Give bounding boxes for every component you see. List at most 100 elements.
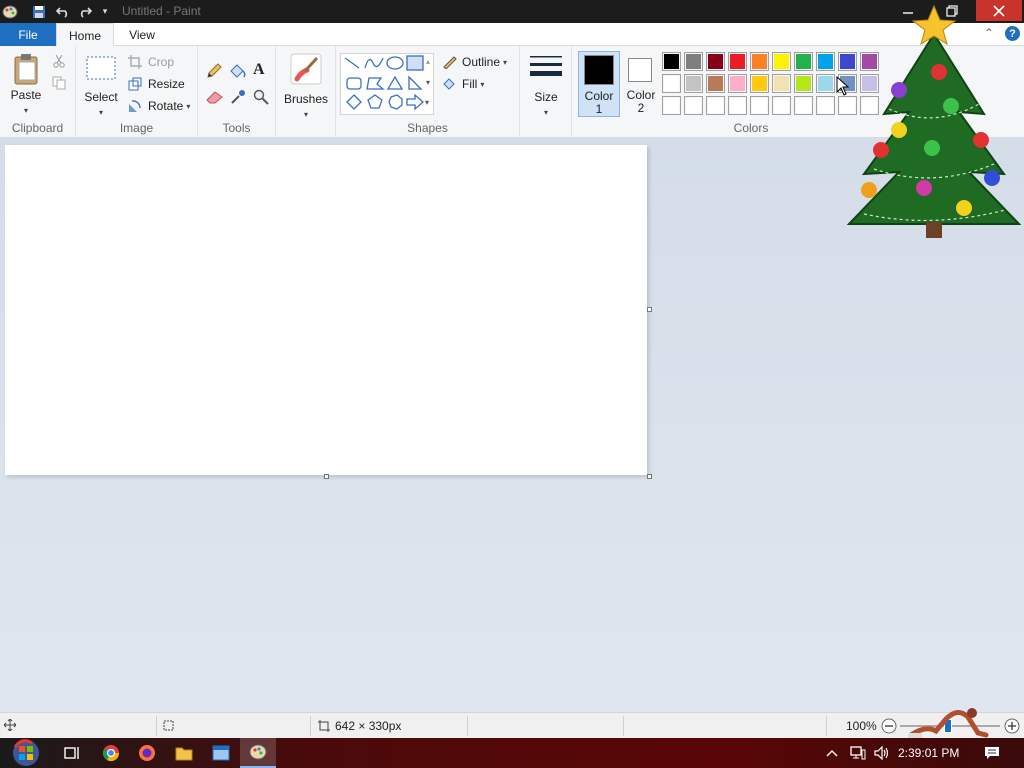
chrome-icon	[102, 745, 120, 762]
color-swatch[interactable]	[706, 74, 725, 93]
select-button[interactable]: Select ▾	[82, 54, 120, 118]
color-swatch[interactable]	[860, 74, 879, 93]
zoom-in-button[interactable]	[1004, 718, 1020, 734]
custom-color-slot[interactable]	[728, 96, 747, 115]
color-swatch[interactable]	[662, 74, 681, 93]
copy-icon[interactable]	[52, 76, 66, 93]
scroll-up-icon[interactable]: ▴	[426, 57, 430, 66]
save-icon[interactable]	[30, 3, 48, 20]
paste-icon	[14, 54, 38, 85]
custom-color-slot[interactable]	[794, 96, 813, 115]
crop-button[interactable]: Crop	[128, 53, 174, 71]
color-swatch[interactable]	[728, 52, 747, 71]
color-swatch[interactable]	[838, 52, 857, 71]
color-swatch[interactable]	[750, 74, 769, 93]
taskbar-app-window[interactable]	[203, 738, 239, 768]
shapes-group: ▴ ▾ ▾ Outline ▾ Fill ▾ Shapes	[336, 46, 520, 138]
task-view-button[interactable]	[54, 738, 90, 768]
tab-home[interactable]: Home	[56, 23, 114, 47]
taskbar-file-explorer[interactable]	[166, 738, 202, 768]
color-swatch[interactable]	[772, 74, 791, 93]
brushes-button[interactable]: Brushes ▾	[284, 52, 328, 120]
brushes-group: Brushes ▾	[276, 46, 336, 138]
eraser-icon[interactable]	[206, 90, 224, 107]
size-label: Size	[534, 90, 558, 104]
color-swatch[interactable]	[860, 52, 879, 71]
resize-button[interactable]: Resize	[128, 75, 185, 93]
scroll-down-icon[interactable]: ▾	[426, 78, 430, 87]
custom-color-slot[interactable]	[860, 96, 879, 115]
clipboard-group: Paste ▾ Clipboard	[0, 46, 76, 138]
image-size-indicator: 642 × 330px	[318, 719, 401, 733]
custom-color-slot[interactable]	[684, 96, 703, 115]
taskbar-clock[interactable]: 2:39:01 PM	[898, 746, 959, 760]
resize-handle-corner[interactable]	[647, 474, 652, 479]
custom-color-slot[interactable]	[750, 96, 769, 115]
customize-quick-access-icon[interactable]: ▾	[96, 3, 114, 20]
color-swatch[interactable]	[816, 52, 835, 71]
drawing-canvas[interactable]	[5, 145, 647, 475]
color-swatch[interactable]	[706, 52, 725, 71]
windows-logo-icon	[13, 739, 39, 766]
resize-handle-bottom[interactable]	[324, 474, 329, 479]
outline-button[interactable]: Outline ▾	[442, 53, 507, 71]
custom-color-slot[interactable]	[706, 96, 725, 115]
color-swatch[interactable]	[794, 74, 813, 93]
volume-icon[interactable]	[870, 738, 894, 768]
color-swatch[interactable]	[684, 74, 703, 93]
collapse-ribbon-icon[interactable]: ⌃	[984, 26, 994, 40]
ribbon: Paste ▾ Clipboard Select ▾ Crop Resize R…	[0, 46, 1024, 138]
help-icon[interactable]: ?	[1005, 26, 1020, 41]
magnifier-icon[interactable]	[253, 89, 269, 108]
colors-group-label: Colors	[733, 121, 769, 135]
rotate-button[interactable]: Rotate ▾	[128, 97, 190, 115]
chevron-down-icon: ▾	[303, 110, 308, 119]
color-swatch[interactable]	[684, 52, 703, 71]
color-swatch[interactable]	[750, 52, 769, 71]
action-center-button[interactable]	[978, 738, 1006, 768]
taskbar-paint[interactable]	[240, 738, 276, 768]
folder-icon	[175, 747, 193, 761]
tab-view[interactable]: View	[116, 23, 168, 46]
expand-gallery-icon[interactable]: ▾	[425, 98, 429, 107]
resize-handle-right[interactable]	[647, 307, 652, 312]
maximize-button[interactable]	[932, 0, 972, 21]
color-swatch[interactable]	[728, 74, 747, 93]
taskbar-chrome[interactable]	[93, 738, 129, 768]
fill-button[interactable]: Fill ▾	[442, 75, 484, 93]
colors-group: Colors	[576, 46, 926, 138]
close-button[interactable]	[976, 0, 1022, 21]
color-swatch[interactable]	[816, 74, 835, 93]
tab-file[interactable]: File	[0, 23, 56, 46]
custom-color-slot[interactable]	[838, 96, 857, 115]
custom-color-slot[interactable]	[662, 96, 681, 115]
start-button[interactable]	[6, 738, 46, 768]
resize-label: Resize	[148, 77, 185, 91]
pencil-icon[interactable]	[206, 63, 222, 82]
fill-bucket-icon[interactable]	[229, 63, 247, 82]
taskbar-firefox[interactable]	[129, 738, 165, 768]
zoom-out-button[interactable]	[881, 718, 897, 734]
cut-icon[interactable]	[52, 54, 66, 71]
text-tool-icon[interactable]: A	[253, 61, 265, 79]
custom-color-slot[interactable]	[772, 96, 791, 115]
redo-icon[interactable]	[76, 3, 94, 20]
crop-icon	[128, 55, 144, 69]
image-size-text: 642 × 330px	[335, 719, 402, 733]
undo-icon[interactable]	[54, 3, 72, 20]
color-swatch[interactable]	[772, 52, 791, 71]
paste-label: Paste	[10, 88, 42, 102]
paint-app-icon[interactable]	[0, 3, 20, 20]
shapes-group-label: Shapes	[407, 121, 448, 135]
color-swatch[interactable]	[794, 52, 813, 71]
size-button[interactable]: Size ▾	[526, 54, 566, 118]
paste-button[interactable]: Paste ▾	[6, 52, 46, 116]
color-picker-icon[interactable]	[230, 89, 246, 108]
resize-icon	[128, 77, 144, 91]
crop-label: Crop	[148, 55, 175, 69]
color-swatch[interactable]	[662, 52, 681, 71]
custom-color-slot[interactable]	[816, 96, 835, 115]
network-icon[interactable]	[846, 738, 870, 768]
show-hidden-icons-button[interactable]	[820, 738, 844, 768]
minimize-button[interactable]	[888, 0, 928, 21]
